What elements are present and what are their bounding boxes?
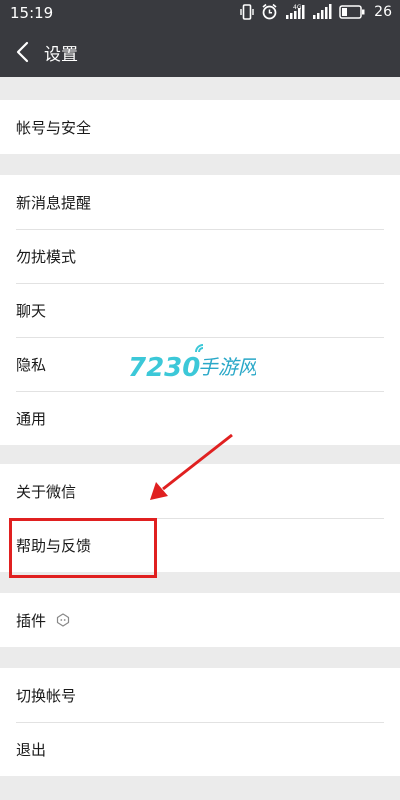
settings-item-plugins[interactable]: 插件: [0, 593, 400, 647]
settings-item-label: 勿扰模式: [16, 247, 77, 266]
settings-item-chats[interactable]: 聊天: [0, 283, 400, 337]
battery-icon: [339, 4, 365, 19]
signal-icon: [313, 4, 332, 19]
settings-item-notifications[interactable]: 新消息提醒: [0, 175, 400, 229]
settings-list: 帐号与安全 新消息提醒 勿扰模式 聊天 隐私 通用 关于微信 帮助与反馈 插件: [0, 77, 400, 800]
settings-item-label: 退出: [16, 740, 47, 759]
settings-item-label: 聊天: [16, 301, 47, 320]
settings-item-privacy[interactable]: 隐私: [0, 337, 400, 391]
status-time: 15:19: [10, 4, 54, 22]
settings-item-label: 插件: [16, 611, 47, 630]
settings-item-do-not-disturb[interactable]: 勿扰模式: [0, 229, 400, 283]
settings-group-logout: 切换帐号 退出: [0, 668, 400, 776]
vibrate-icon: [240, 3, 254, 20]
title-bar: 设置: [0, 27, 400, 77]
settings-item-switch-account[interactable]: 切换帐号: [0, 668, 400, 722]
settings-group-general: 新消息提醒 勿扰模式 聊天 隐私 通用: [0, 175, 400, 445]
settings-item-label: 通用: [16, 409, 47, 428]
status-bar: 15:19 4G 26: [0, 0, 400, 27]
settings-item-label: 帐号与安全: [16, 118, 92, 137]
settings-group-account: 帐号与安全: [0, 100, 400, 154]
settings-group-plugins: 插件: [0, 593, 400, 647]
plugin-icon: [56, 613, 70, 627]
settings-item-label: 切换帐号: [16, 686, 77, 705]
alarm-icon: [262, 3, 277, 20]
status-icons: 4G 26: [240, 3, 392, 20]
signal-4g-icon: 4G: [286, 4, 305, 19]
chevron-left-icon[interactable]: [12, 39, 34, 65]
settings-item-account-security[interactable]: 帐号与安全: [0, 100, 400, 154]
battery-level: 26: [374, 3, 392, 20]
settings-item-about-wechat[interactable]: 关于微信: [0, 464, 400, 518]
highlight-box: [9, 518, 157, 578]
page-title: 设置: [44, 45, 78, 65]
settings-item-label: 关于微信: [16, 482, 77, 501]
settings-item-log-out[interactable]: 退出: [0, 722, 400, 776]
settings-item-label: 新消息提醒: [16, 193, 92, 212]
settings-item-general[interactable]: 通用: [0, 391, 400, 445]
settings-item-label: 隐私: [16, 355, 47, 374]
